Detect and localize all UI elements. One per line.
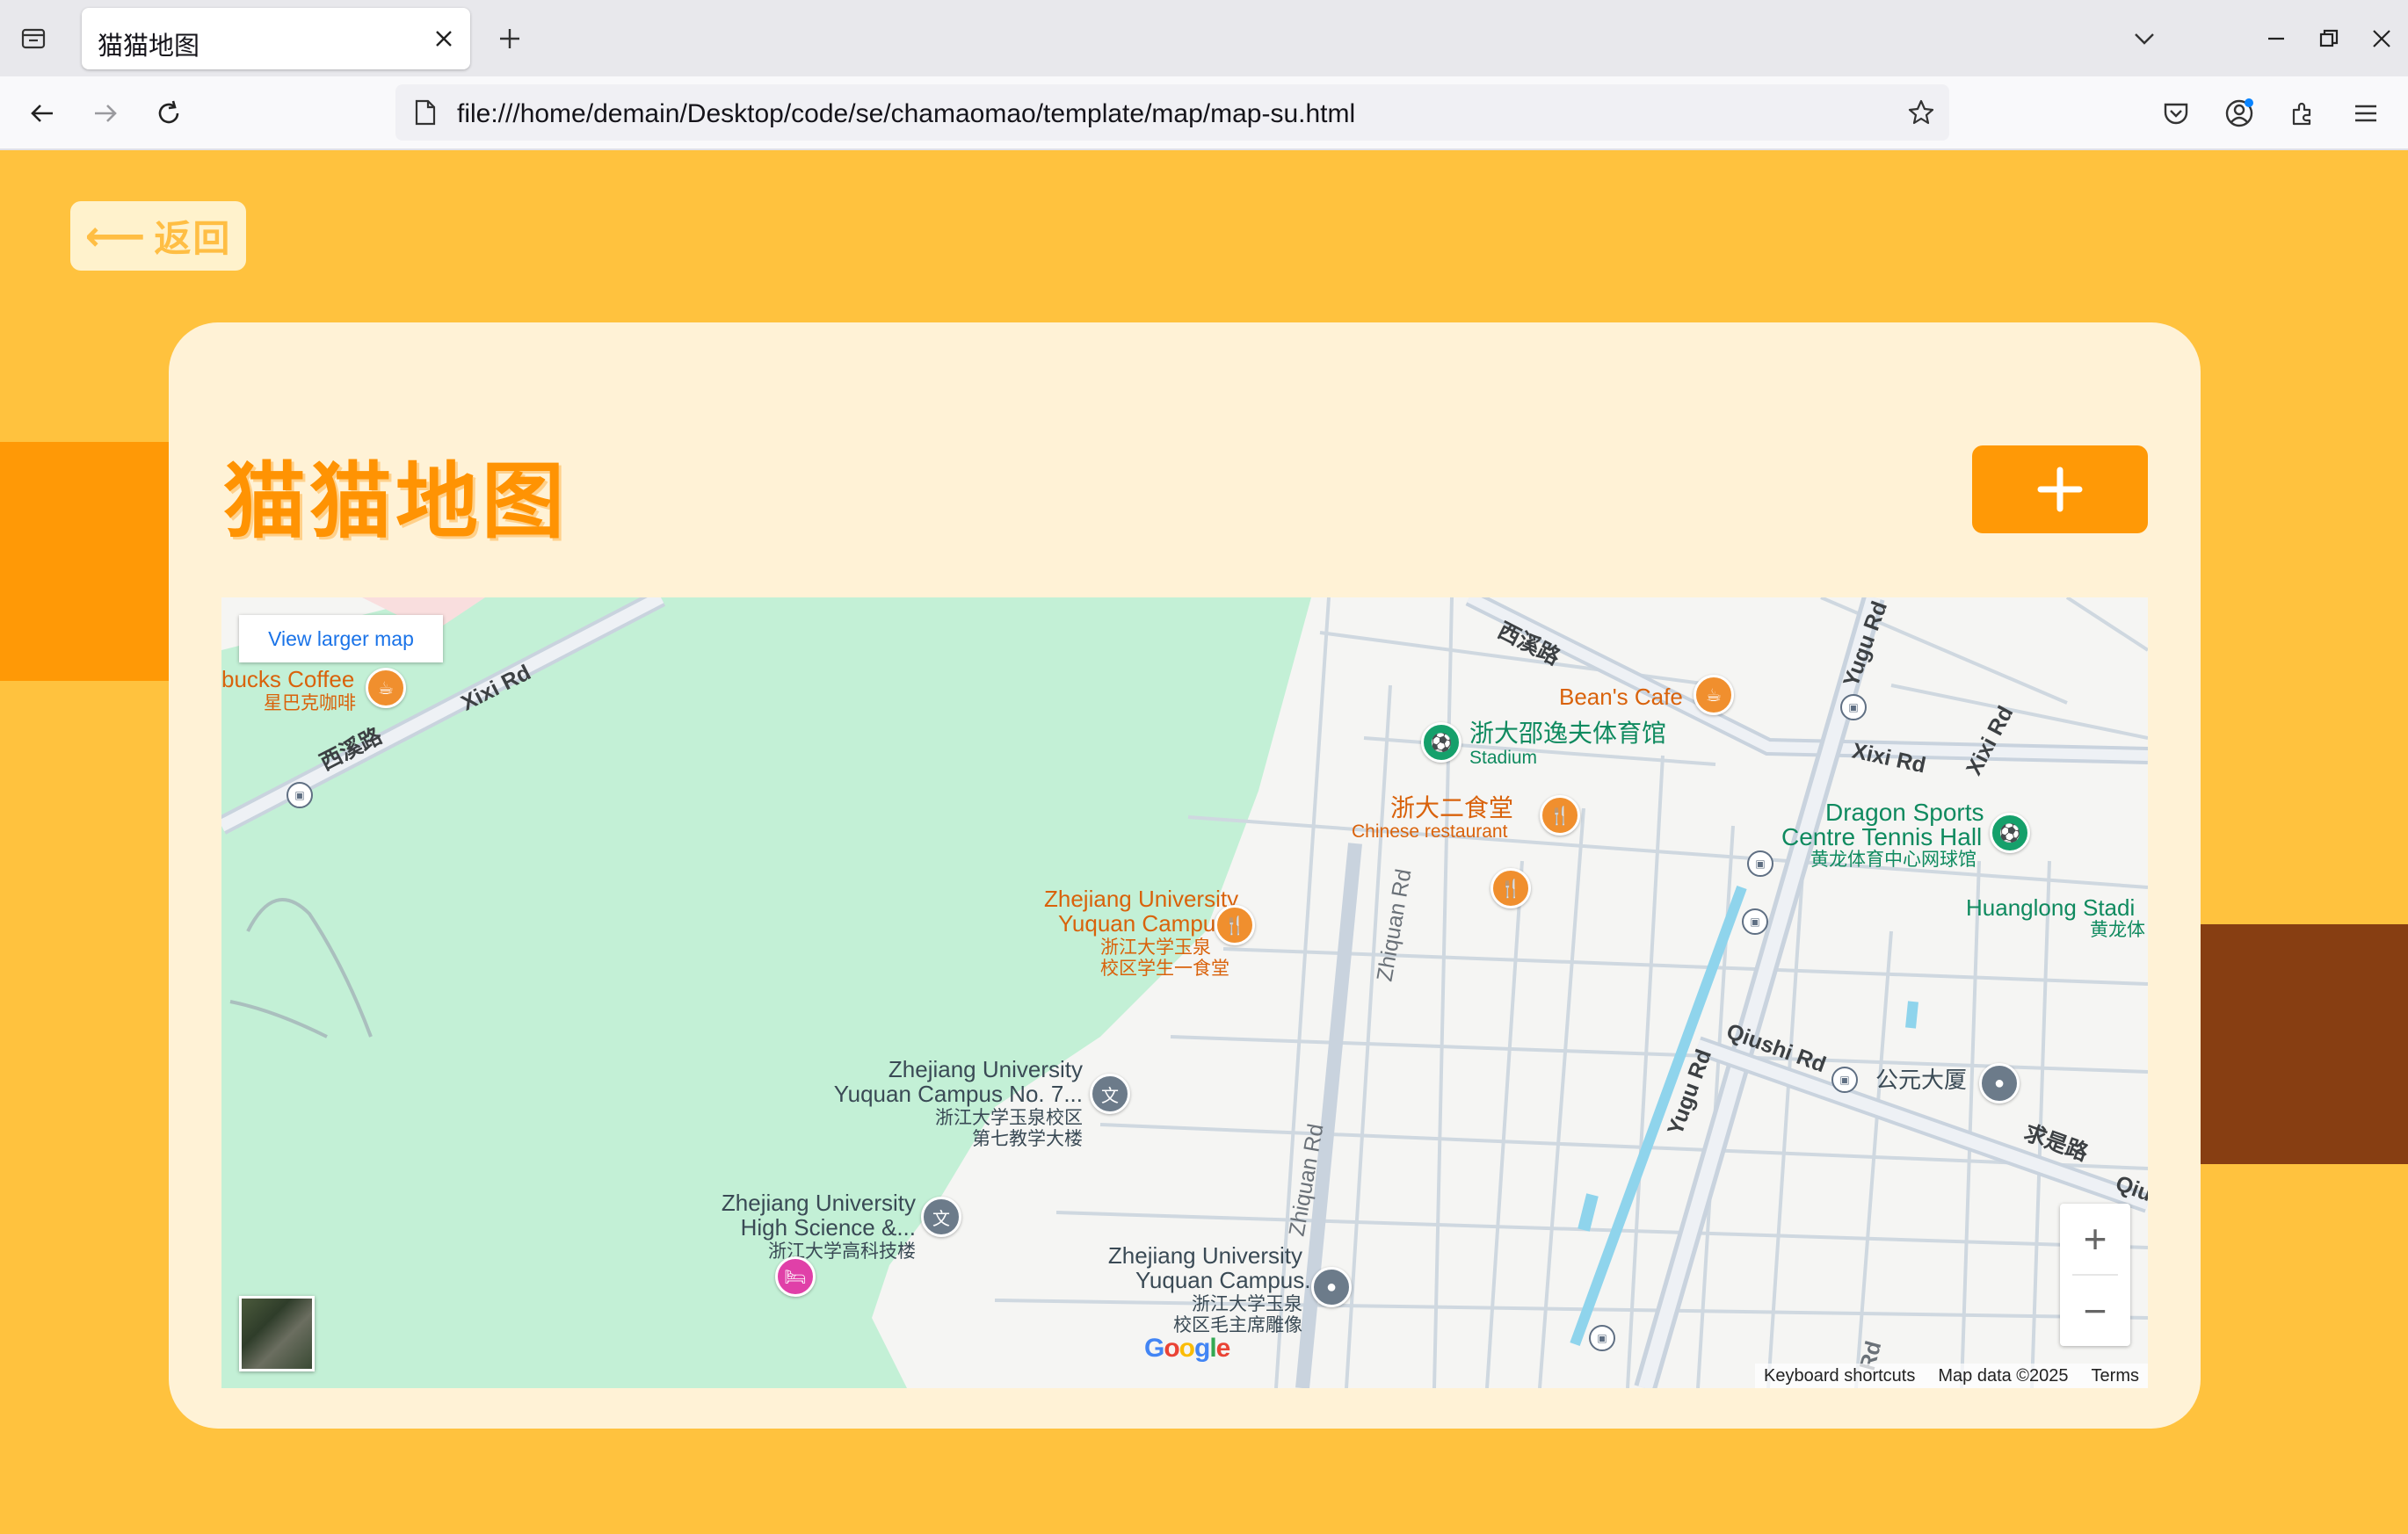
extensions-icon[interactable] bbox=[2281, 92, 2324, 134]
plus-icon bbox=[2037, 467, 2083, 512]
arrow-left-icon: ⟵ bbox=[84, 213, 148, 260]
browser-tab-bar: 猫猫地图 bbox=[0, 0, 2408, 76]
poi-label[interactable]: Dragon Sports bbox=[1825, 800, 1984, 826]
new-tab-icon[interactable] bbox=[490, 19, 529, 58]
menu-icon[interactable] bbox=[2345, 92, 2387, 134]
stadium-icon[interactable]: ⚽ bbox=[1990, 813, 2030, 853]
school-icon[interactable]: 文 bbox=[1090, 1074, 1130, 1114]
address-bar[interactable]: file:///home/demain/Desktop/code/se/cham… bbox=[395, 84, 1949, 141]
restaurant-icon[interactable]: 🍴 bbox=[1490, 868, 1531, 908]
poi-sublabel: 浙江大学玉泉 bbox=[1100, 937, 1211, 958]
poi-sublabel: 校区毛主席雕像 bbox=[1173, 1315, 1302, 1335]
restore-icon[interactable] bbox=[2310, 19, 2348, 58]
keyboard-shortcuts-link[interactable]: Keyboard shortcuts bbox=[1764, 1366, 1915, 1386]
poi-label[interactable]: High Science &... bbox=[740, 1215, 916, 1240]
bus-stop-icon[interactable]: ▣ bbox=[1589, 1325, 1615, 1351]
browser-toolbar: file:///home/demain/Desktop/code/se/cham… bbox=[0, 76, 2408, 150]
map-attribution: Keyboard shortcuts Map data ©2025 Terms bbox=[1755, 1364, 2148, 1388]
poi-sublabel: 星巴克咖啡 bbox=[264, 693, 356, 713]
poi-label[interactable]: bucks Coffee bbox=[221, 667, 354, 691]
close-tab-icon[interactable] bbox=[428, 23, 460, 54]
reload-icon[interactable] bbox=[148, 92, 190, 134]
bookmark-star-icon[interactable] bbox=[1904, 95, 1939, 130]
poi-label[interactable]: Yuquan Campus... bbox=[1058, 911, 1246, 936]
poi-sublabel: 黄龙体 bbox=[2090, 920, 2145, 940]
tab-title: 猫猫地图 bbox=[98, 33, 200, 61]
account-icon[interactable] bbox=[2218, 92, 2260, 134]
poi-label[interactable]: Centre Tennis Hall bbox=[1781, 824, 1982, 850]
add-button[interactable] bbox=[1972, 445, 2148, 533]
school-icon[interactable]: 文 bbox=[921, 1197, 961, 1237]
poi-sublabel: 浙江大学玉泉 bbox=[1192, 1294, 1302, 1314]
map-card: 猫猫地图 View larger map Xixi Rd 西溪路 西溪路 Xix… bbox=[169, 322, 2201, 1429]
poi-label[interactable]: 浙大二食堂 bbox=[1390, 795, 1513, 821]
poi-label[interactable]: Zhejiang University bbox=[1100, 1243, 1302, 1268]
cafe-icon[interactable]: ☕ bbox=[366, 668, 406, 708]
browser-tab[interactable]: 猫猫地图 bbox=[82, 8, 470, 69]
hotel-icon[interactable]: 🛏 bbox=[775, 1256, 816, 1297]
poi-label[interactable]: Bean's Cafe bbox=[1559, 684, 1683, 709]
poi-label[interactable]: 公元大厦 bbox=[1875, 1067, 1967, 1092]
poi-sublabel: Chinese restaurant bbox=[1352, 821, 1508, 842]
poi-label[interactable]: Zhejiang University bbox=[705, 1190, 916, 1215]
poi-label[interactable]: Zhejiang University bbox=[872, 1057, 1083, 1082]
decorative-brown-block bbox=[2201, 924, 2408, 1164]
url-text: file:///home/demain/Desktop/code/se/cham… bbox=[457, 99, 1356, 128]
poi-label[interactable]: Huanglong Stadi bbox=[1966, 895, 2135, 920]
poi-label[interactable]: Yuquan Campus No. 7... bbox=[819, 1082, 1083, 1106]
bus-stop-icon[interactable]: ▣ bbox=[1840, 694, 1867, 720]
bus-stop-icon[interactable]: ▣ bbox=[1747, 850, 1773, 877]
restaurant-icon[interactable]: 🍴 bbox=[1540, 795, 1580, 836]
back-button-label: 返回 bbox=[154, 218, 232, 259]
cafe-icon[interactable]: ☕ bbox=[1694, 675, 1734, 715]
poi-label[interactable]: 浙大邵逸夫体育馆 bbox=[1469, 720, 1666, 747]
tab-overview-icon[interactable] bbox=[14, 19, 53, 58]
zoom-in-button[interactable]: + bbox=[2060, 1204, 2130, 1274]
minimize-icon[interactable] bbox=[2257, 19, 2296, 58]
poi-label[interactable]: Yuquan Campus... bbox=[1135, 1268, 1324, 1292]
poi-sublabel: 校区学生一食堂 bbox=[1100, 959, 1229, 979]
chevron-down-icon[interactable] bbox=[2125, 19, 2164, 58]
forward-arrow-icon bbox=[84, 92, 127, 134]
zoom-out-button[interactable]: − bbox=[2060, 1276, 2130, 1346]
bus-stop-icon[interactable]: ▣ bbox=[1831, 1067, 1858, 1093]
view-larger-map-link[interactable]: View larger map bbox=[239, 615, 443, 662]
poi-sublabel: 第七教学大楼 bbox=[972, 1129, 1083, 1149]
poi-sublabel: 浙江大学高科技楼 bbox=[768, 1241, 916, 1262]
landmark-icon[interactable]: ● bbox=[1979, 1063, 2020, 1103]
google-logo: Google bbox=[1144, 1334, 1230, 1363]
landmark-icon[interactable]: ● bbox=[1311, 1267, 1352, 1307]
poi-sublabel: 浙江大学玉泉校区 bbox=[935, 1108, 1083, 1128]
poi-sublabel: 黄龙体育中心网球馆 bbox=[1810, 850, 1976, 870]
back-button[interactable]: ⟵ 返回 bbox=[70, 201, 246, 271]
decorative-orange-block bbox=[0, 442, 169, 681]
page-icon bbox=[410, 97, 441, 128]
back-arrow-icon[interactable] bbox=[21, 92, 63, 134]
pocket-icon[interactable] bbox=[2155, 92, 2197, 134]
page-title: 猫猫地图 bbox=[223, 455, 569, 547]
bus-stop-icon[interactable]: ▣ bbox=[286, 782, 313, 808]
zoom-controls: + − bbox=[2060, 1204, 2130, 1346]
terms-link[interactable]: Terms bbox=[2092, 1366, 2139, 1386]
stadium-icon[interactable]: ⚽ bbox=[1421, 722, 1461, 763]
poi-label[interactable]: Zhejiang University bbox=[1044, 886, 1238, 911]
restaurant-icon[interactable]: 🍴 bbox=[1215, 905, 1255, 945]
map-data-text: Map data ©2025 bbox=[1938, 1365, 2069, 1386]
bus-stop-icon[interactable]: ▣ bbox=[1742, 908, 1768, 935]
close-window-icon[interactable] bbox=[2362, 19, 2401, 58]
satellite-toggle[interactable] bbox=[239, 1296, 315, 1371]
poi-sublabel: Stadium bbox=[1469, 748, 1538, 768]
embedded-map[interactable]: View larger map Xixi Rd 西溪路 西溪路 Xixi Rd … bbox=[221, 597, 2148, 1388]
